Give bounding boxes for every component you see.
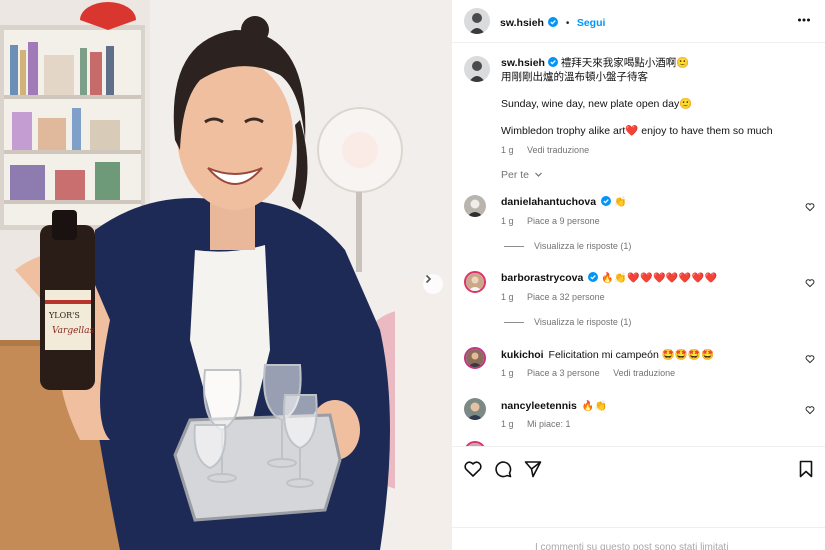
comment-time[interactable]: 1 g [501,292,514,302]
comment-likes[interactable]: Piace a 3 persone [527,368,600,378]
chevron-down-icon [535,172,542,177]
comment-text: 🔥👏❤️❤️❤️❤️❤️❤️❤️ [601,273,718,284]
commenter-avatar[interactable] [464,398,486,420]
comment-text: Felicitation mi campeón 🤩🤩🤩🤩 [548,349,715,361]
comment-text: 🔥👏 [581,401,608,412]
comment-likes[interactable]: Mi piace: 1 [527,419,571,429]
caption-line-1: 禮拜天來我家喝點小酒啊🙂 [560,57,690,69]
follow-button[interactable]: Segui [577,17,606,29]
verified-badge-icon [588,272,599,282]
comment-meta: 1 g Piace a 32 persone [501,292,616,302]
caption-line-3: Sunday, wine day, new plate open day🙂 [501,98,693,110]
caption-first-line: sw.hsieh 禮拜天來我家喝點小酒啊🙂 [501,56,689,70]
caption-line-2: 用剛剛出爐的溫布頓小盤子待客 [501,71,648,83]
post-actions-bar [452,446,825,528]
comment-meta: 1 g Mi piace: 1 [501,419,582,429]
caption-time[interactable]: 1 g [501,145,514,155]
comments-limited-text: I commenti su questo post sono stati lim… [535,542,729,550]
comment-icon[interactable] [493,459,513,479]
post-header: sw.hsieh • Segui [452,0,825,43]
author-avatar[interactable] [464,8,490,34]
view-replies-button[interactable]: Visualizza le risposte (1) [504,317,631,327]
comment-username[interactable]: nancyleetennis [501,400,577,412]
for-you-label: Per te [501,169,530,181]
comment-2: barborastrycova 🔥👏❤️❤️❤️❤️❤️❤️❤️ [501,272,718,284]
caption-author-username[interactable]: sw.hsieh [501,57,545,69]
heart-icon[interactable] [463,459,483,479]
heart-icon[interactable] [805,354,815,364]
post-photo: YLOR'S Vargellas [0,0,451,550]
more-horizontal-icon[interactable] [797,13,811,27]
heart-icon[interactable] [805,202,815,212]
carousel-next-button[interactable] [423,274,443,294]
for-you-filter[interactable]: Per te [501,169,543,181]
caption-meta: 1 g Vedi traduzione [501,145,600,155]
bookmark-icon[interactable] [796,459,816,479]
comment-translate-link[interactable]: Vedi traduzione [613,368,675,378]
verified-badge-icon [547,57,558,67]
header-separator: • [565,18,570,29]
photo-illustration: YLOR'S Vargellas [0,0,451,550]
comment-text: 👏 [613,197,627,208]
svg-text:Vargellas: Vargellas [52,326,95,336]
comment-username[interactable]: kukichoi [501,349,544,361]
comment-likes[interactable]: Piace a 32 persone [527,292,605,302]
comment-time[interactable]: 1 g [501,368,514,378]
comment-3: kukichoi Felicitation mi campeón 🤩🤩🤩🤩 [501,348,714,361]
verified-badge-icon [601,196,612,206]
comment-4: nancyleetennis 🔥👏 [501,400,608,412]
caption-translate-link[interactable]: Vedi traduzione [527,145,589,155]
comment-1: danielahantuchova 👏 [501,196,627,208]
commenter-avatar[interactable] [464,271,486,293]
comment-time[interactable]: 1 g [501,216,514,226]
view-replies-button[interactable]: Visualizza le risposte (1) [504,241,631,251]
commenter-avatar[interactable] [464,195,486,217]
post-side-panel: sw.hsieh • Segui sw.hsieh 禮拜天來我家喝點小酒啊🙂 用… [451,0,825,550]
svg-text:YLOR'S: YLOR'S [48,311,80,320]
comment-time[interactable]: 1 g [501,419,514,429]
comments-list[interactable]: sw.hsieh 禮拜天來我家喝點小酒啊🙂 用剛剛出爐的溫布頓小盤子待客 Sun… [452,43,825,446]
comment-meta: 1 g Piace a 9 persone [501,216,611,226]
share-icon[interactable] [523,459,543,479]
heart-icon[interactable] [805,405,815,415]
chevron-right-icon [425,274,432,284]
commenter-avatar[interactable] [464,347,486,369]
heart-icon[interactable] [805,278,815,288]
comment-username[interactable]: barborastrycova [501,272,583,284]
verified-badge-icon [548,17,559,27]
comment-meta: 1 g Piace a 3 persone Vedi traduzione [501,368,686,378]
comment-username[interactable]: danielahantuchova [501,196,596,208]
caption-line-4: Wimbledon trophy alike art❤️ enjoy to ha… [501,125,773,137]
comment-likes[interactable]: Piace a 9 persone [527,216,600,226]
author-username[interactable]: sw.hsieh [500,17,544,29]
comments-limited-notice: I commenti su questo post sono stati lim… [452,527,825,550]
caption-author-avatar[interactable] [464,56,490,82]
